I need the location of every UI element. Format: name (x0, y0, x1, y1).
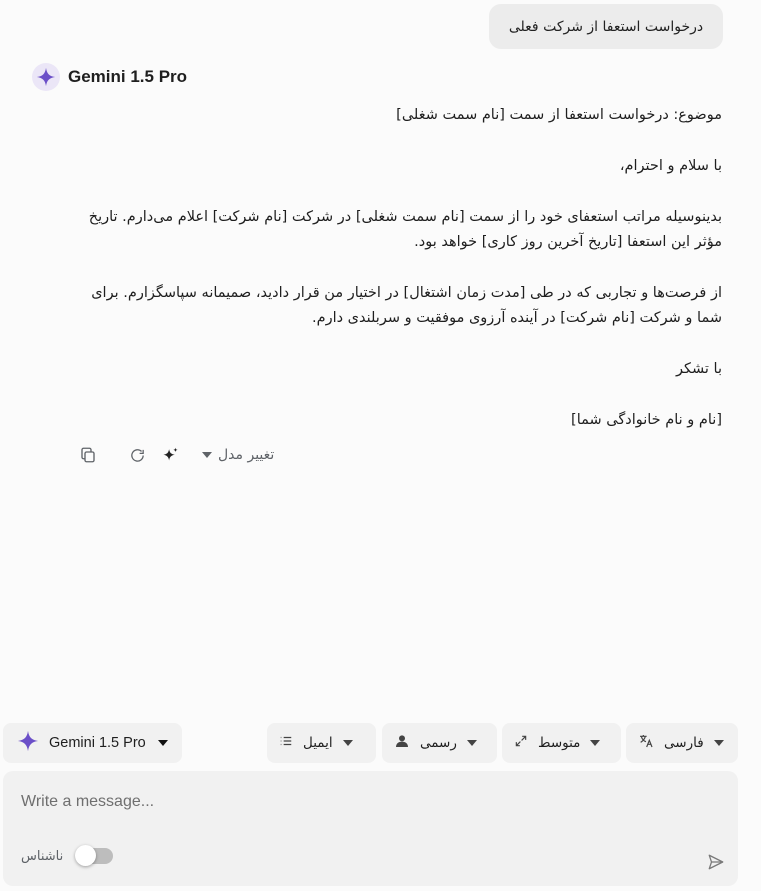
translate-icon (638, 733, 654, 753)
incognito-toggle[interactable] (75, 845, 114, 866)
refresh-icon[interactable] (125, 443, 149, 467)
model-select[interactable]: Gemini 1.5 Pro (3, 723, 182, 763)
chevron-down-icon (342, 740, 353, 746)
message-paragraph: با سلام و احترام، (619, 158, 722, 174)
user-message-bubble: درخواست استعفا از شرکت فعلی (489, 4, 723, 49)
send-icon[interactable] (704, 850, 728, 874)
language-select[interactable]: فارسی (626, 723, 738, 763)
user-message-text: درخواست استعفا از شرکت فعلی (508, 18, 704, 35)
chat-page: درخواست استعفا از شرکت فعلی Gemini 1.5 P… (0, 0, 761, 891)
chevron-down-icon (466, 740, 477, 746)
model-select-label: Gemini 1.5 Pro (49, 735, 146, 751)
expand-icon (514, 734, 528, 752)
tone-select-label: رسمی (420, 735, 457, 751)
chevron-down-icon (158, 740, 168, 746)
message-actions: تغییر مدل (76, 442, 274, 468)
message-paragraph: موضوع: درخواست استعفا از سمت [نام سمت شغ… (396, 107, 722, 123)
language-select-label: فارسی (664, 735, 704, 751)
assistant-model-name: Gemini 1.5 Pro (68, 67, 188, 86)
format-select[interactable]: ایمیل (267, 723, 376, 763)
message-composer: ناشناس (3, 771, 738, 886)
length-select-label: متوسط (538, 735, 581, 751)
assistant-header: Gemini 1.5 Pro (32, 62, 187, 92)
incognito-label: ناشناس (21, 848, 64, 864)
sparkle-icon (17, 730, 39, 756)
message-input[interactable] (21, 785, 711, 819)
message-paragraph: بدینوسیله مراتب استعفای خود را از سمت [ن… (88, 209, 722, 250)
message-paragraph: [نام و نام خانوادگی شما] (571, 412, 722, 428)
incognito-toggle-group: ناشناس (21, 845, 114, 866)
chevron-down-icon (590, 740, 601, 746)
sparkles-icon[interactable] (158, 443, 182, 467)
format-select-label: ایمیل (303, 735, 333, 751)
chevron-down-icon (202, 452, 212, 458)
list-icon (279, 734, 293, 752)
copy-icon[interactable] (76, 443, 100, 467)
tone-select[interactable]: رسمی (382, 723, 497, 763)
chevron-down-icon (713, 740, 724, 746)
length-select[interactable]: متوسط (502, 723, 621, 763)
sparkle-icon (32, 63, 60, 91)
change-model-label: تغییر مدل (218, 447, 275, 463)
change-model-button[interactable]: تغییر مدل (202, 447, 274, 463)
message-paragraph: از فرصت‌ها و تجاربی که در طی [مدت زمان ا… (91, 285, 722, 326)
assistant-message: موضوع: درخواست استعفا از سمت [نام سمت شغ… (65, 103, 722, 433)
person-icon (394, 733, 410, 753)
message-paragraph: با تشکر (675, 361, 722, 377)
